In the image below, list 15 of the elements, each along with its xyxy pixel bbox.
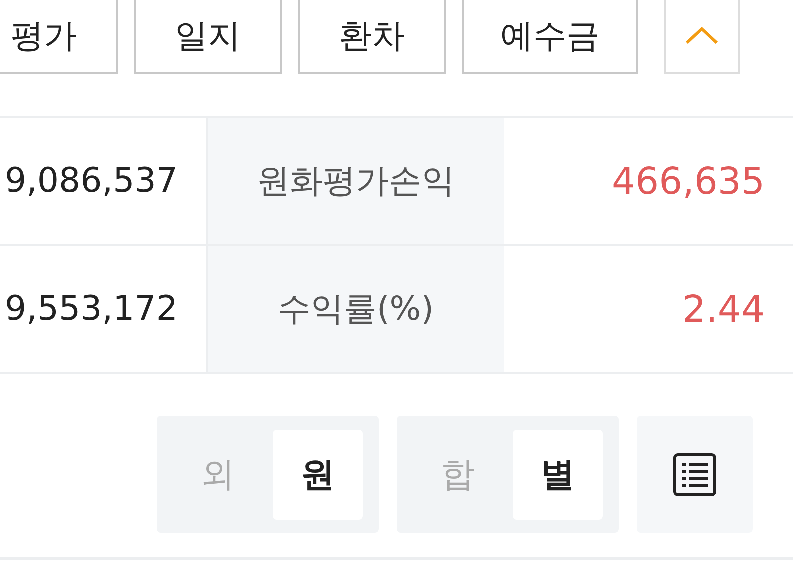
caret-up-icon: [685, 26, 719, 46]
tab-button[interactable]: 예수금: [462, 0, 638, 74]
toggle-option[interactable]: 별: [513, 430, 603, 520]
tab-button[interactable]: 환차: [298, 0, 446, 74]
table-cell-text: 466,635: [610, 158, 766, 204]
table-cell: 원화평가손익: [208, 118, 504, 244]
tab-button[interactable]: 일지: [134, 0, 282, 74]
segmented-control[interactable]: 외 원: [157, 416, 379, 533]
list-icon: [673, 452, 717, 496]
table-cell-text: 2.44: [682, 286, 766, 332]
list-view-button[interactable]: [637, 416, 753, 533]
table-cell: 수익률(%): [208, 246, 504, 372]
tab-button[interactable]: 평가: [0, 0, 118, 74]
segmented-control[interactable]: 합 별: [397, 416, 619, 533]
toggle-option[interactable]: 원: [273, 430, 363, 520]
